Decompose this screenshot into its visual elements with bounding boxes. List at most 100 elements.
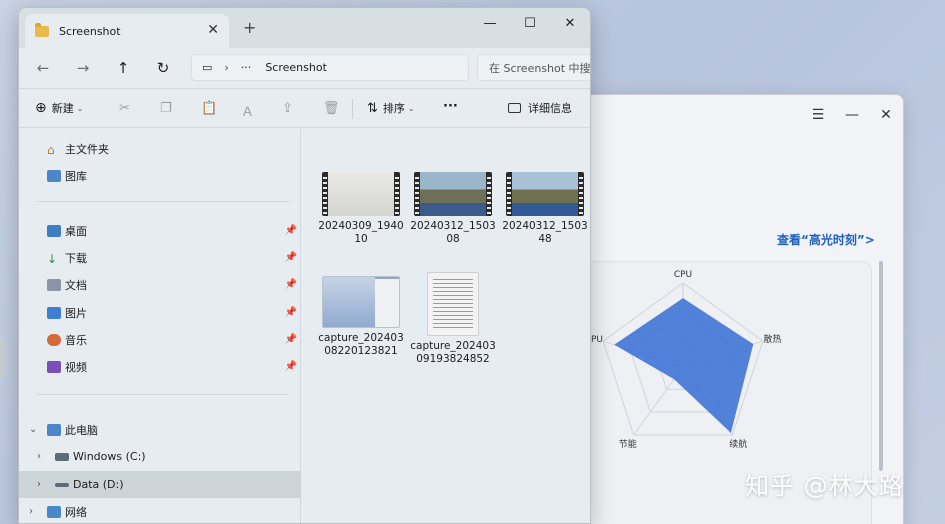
chevron-right-icon[interactable]: › <box>29 506 33 517</box>
pin-icon[interactable]: 📌 <box>285 361 297 372</box>
sort-label: 排序 <box>382 102 405 115</box>
sidebar-item-this-pc[interactable]: ⌄ 此电脑 <box>19 416 301 443</box>
back-arrow-icon[interactable]: ← <box>23 52 63 84</box>
radar-axis-label: 续航 <box>729 438 747 450</box>
pin-icon[interactable]: 📌 <box>285 334 297 345</box>
close-button[interactable]: ✕ <box>869 95 903 135</box>
sidebar-item-documents[interactable]: 文档 📌 <box>19 271 301 298</box>
sidebar-item-label: 网络 <box>65 505 87 519</box>
copy-icon[interactable]: ❐ <box>160 101 172 116</box>
file-name: 20240312_1503 <box>502 220 588 232</box>
tab-bar: Screenshot ✕ + — ☐ ✕ <box>19 8 590 48</box>
file-item[interactable]: capture_202403 09193824852 <box>407 272 499 366</box>
highlight-moments-link[interactable]: 查看“高光时刻”> <box>777 231 875 248</box>
file-item[interactable]: capture_202403 08220123821 <box>315 276 407 358</box>
videos-icon <box>47 360 61 373</box>
delete-icon[interactable]: 🗑 <box>323 101 340 116</box>
documents-icon <box>47 278 61 291</box>
toolbar-divider <box>352 99 353 119</box>
new-button[interactable]: ⊕ 新建 ⌄ <box>35 100 83 116</box>
chevron-down-icon[interactable]: ⌄ <box>29 424 37 435</box>
sidebar-item-music[interactable]: 音乐 📌 <box>19 326 301 353</box>
close-button[interactable]: ✕ <box>550 8 590 38</box>
search-input[interactable]: 在 Screenshot 中搜索 <box>477 54 590 81</box>
breadcrumb-folder[interactable]: Screenshot <box>265 61 327 74</box>
chevron-right-icon[interactable]: › <box>37 451 41 462</box>
file-name: 08 <box>446 233 460 245</box>
forward-arrow-icon[interactable]: → <box>63 52 103 84</box>
file-name: 20240309_1940 <box>318 220 404 232</box>
new-tab-button[interactable]: + <box>243 18 256 37</box>
sidebar-item-drive-d[interactable]: › Data (D:) <box>19 471 301 498</box>
monitor-icon: ▭ <box>202 61 213 74</box>
sidebar-item-label: 视频 <box>65 360 87 374</box>
plus-circle-icon: ⊕ <box>35 100 47 116</box>
sidebar-item-desktop[interactable]: 桌面 📌 <box>19 217 301 244</box>
breadcrumb-chevron-icon[interactable]: › <box>224 61 228 74</box>
sidebar-item-label: 图片 <box>65 306 87 320</box>
image-thumbnail <box>322 276 400 328</box>
pc-icon <box>47 423 61 436</box>
sidebar-item-label: 此电脑 <box>65 423 98 437</box>
file-name: capture_202403 <box>318 332 404 344</box>
sidebar-item-downloads[interactable]: ↓ 下载 📌 <box>19 244 301 271</box>
pin-icon[interactable]: 📌 <box>285 279 297 290</box>
pin-icon[interactable]: 📌 <box>285 252 297 263</box>
chevron-right-icon[interactable]: › <box>37 479 41 490</box>
file-name: 09193824852 <box>416 353 490 365</box>
file-item[interactable]: 20240312_1503 08 <box>407 172 499 246</box>
refresh-icon[interactable]: ↻ <box>143 52 183 84</box>
file-name: capture_202403 <box>410 340 496 352</box>
download-icon: ↓ <box>47 251 58 266</box>
address-bar[interactable]: ▭ › ··· Screenshot <box>191 54 469 81</box>
file-name: 48 <box>538 233 552 245</box>
rename-icon[interactable]: Ａ <box>241 101 254 120</box>
pin-icon[interactable]: 📌 <box>285 225 297 236</box>
file-explorer-window: Screenshot ✕ + — ☐ ✕ ← → ↑ ↻ ▭ › ··· Scr… <box>18 7 591 524</box>
scrollbar-thumb[interactable] <box>879 261 883 471</box>
sidebar-item-gallery[interactable]: 图库 <box>19 162 301 189</box>
network-icon <box>47 505 61 518</box>
file-item[interactable]: 20240309_1940 10 <box>315 172 407 246</box>
sidebar-item-videos[interactable]: 视频 📌 <box>19 353 301 380</box>
share-icon[interactable]: ⇪ <box>282 101 293 116</box>
sidebar-item-label: 图库 <box>65 169 87 183</box>
sidebar-item-network[interactable]: › 网络 <box>19 498 301 523</box>
sidebar-item-label: 主文件夹 <box>65 142 109 156</box>
tab-screenshot[interactable]: Screenshot ✕ <box>25 14 229 48</box>
radar-axis-label: 散热 <box>763 333 781 345</box>
minimize-button[interactable]: — <box>835 95 869 135</box>
window-controls: — ☐ ✕ <box>470 8 590 38</box>
sidebar-item-drive-c[interactable]: › Windows (C:) <box>19 443 301 470</box>
tab-close-icon[interactable]: ✕ <box>207 22 219 38</box>
radar-axis-label: 节能 <box>619 438 637 450</box>
sidebar-divider <box>37 201 289 202</box>
sort-icon: ⇅ <box>367 100 378 116</box>
file-item[interactable]: 20240312_1503 48 <box>499 172 590 246</box>
music-icon <box>47 333 61 346</box>
pin-icon[interactable]: 📌 <box>285 307 297 318</box>
watermark: 知乎 @林大路 <box>745 472 904 500</box>
sidebar-item-label: 下载 <box>65 251 87 265</box>
cut-icon[interactable]: ✂ <box>119 101 130 116</box>
breadcrumb-more-icon[interactable]: ··· <box>241 61 252 74</box>
radar-axis-label: CPU <box>674 270 692 280</box>
sidebar-item-label: 桌面 <box>65 224 87 238</box>
edge-handle[interactable] <box>0 338 6 378</box>
chevron-down-icon: ⌄ <box>76 103 84 113</box>
navigation-bar: ← → ↑ ↻ ▭ › ··· Screenshot 在 Screenshot … <box>19 48 590 88</box>
more-options-icon[interactable]: ··· <box>443 99 458 114</box>
home-icon: ⌂ <box>47 142 55 157</box>
tab-title: Screenshot <box>59 24 121 38</box>
menu-icon[interactable]: ☰ <box>801 95 835 135</box>
up-arrow-icon[interactable]: ↑ <box>103 52 143 84</box>
sort-button[interactable]: ⇅ 排序 ⌄ <box>367 100 415 116</box>
minimize-button[interactable]: — <box>470 8 510 38</box>
paste-icon[interactable]: 📋 <box>201 101 217 116</box>
navigation-pane: ⌂ 主文件夹 图库 桌面 📌 ↓ 下载 📌 文档 📌 图片 📌 音乐 📌 视频 … <box>19 129 301 523</box>
details-pane-icon <box>508 103 521 113</box>
sidebar-item-pictures[interactable]: 图片 📌 <box>19 299 301 326</box>
maximize-button[interactable]: ☐ <box>510 8 550 38</box>
sidebar-item-home[interactable]: ⌂ 主文件夹 <box>19 135 301 162</box>
details-pane-button[interactable]: 详细信息 <box>508 100 572 116</box>
